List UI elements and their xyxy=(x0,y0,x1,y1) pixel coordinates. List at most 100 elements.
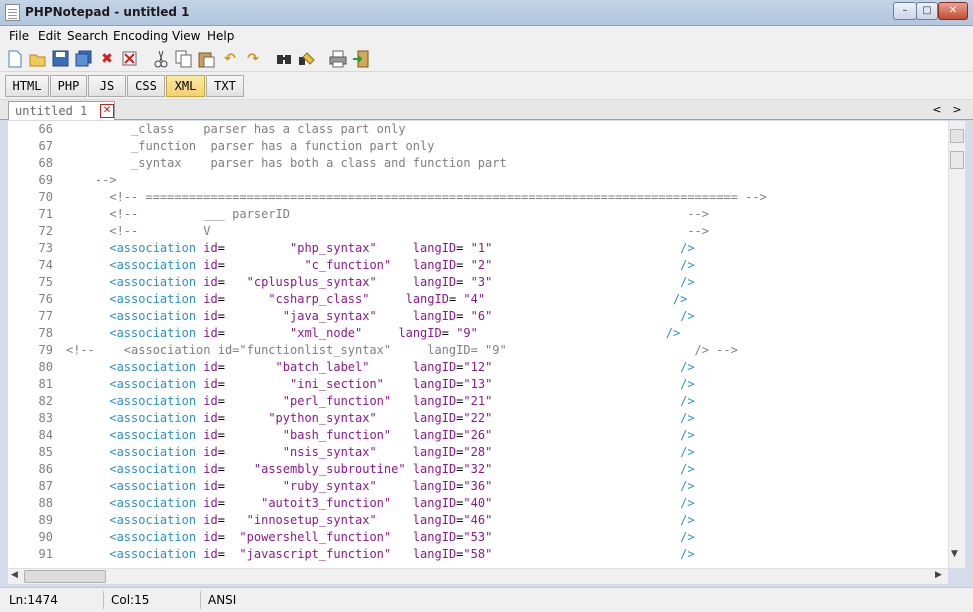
cut-icon[interactable] xyxy=(152,50,170,68)
status-column: Col:15 xyxy=(111,593,150,607)
tab-scroll-left-icon[interactable]: < xyxy=(929,102,945,118)
code-editor[interactable]: 66 _class parser has a class part only 67… xyxy=(8,121,948,568)
code-token: "csharp_class" xyxy=(224,292,370,306)
code-token: <!-- ===================================… xyxy=(66,190,767,204)
code-token: langID xyxy=(376,411,457,425)
code-token: = xyxy=(217,513,225,527)
vertical-scrollbar[interactable]: ▼ xyxy=(948,121,965,568)
code-token: "innosetup_syntax" xyxy=(224,513,377,527)
save-all-icon[interactable] xyxy=(75,50,93,68)
code-token: <association xyxy=(66,547,197,561)
code-token: "12" xyxy=(463,360,493,374)
close-icon[interactable]: ✖ xyxy=(98,50,116,68)
line-number: 91 xyxy=(38,547,53,561)
horizontal-scrollbar[interactable]: ◀ ▶ xyxy=(8,568,948,584)
code-token: /> xyxy=(492,309,695,323)
lang-php-button[interactable]: PHP xyxy=(50,75,87,97)
code-token: /> xyxy=(492,241,695,255)
line-number: 68 xyxy=(38,156,53,170)
find-icon[interactable] xyxy=(275,50,293,68)
code-token: <!-- V --> xyxy=(66,224,709,238)
scroll-left-icon[interactable]: ◀ xyxy=(11,570,18,580)
line-number: 78 xyxy=(38,326,53,340)
code-token: id xyxy=(196,462,218,476)
code-token: = xyxy=(217,275,225,289)
lang-html-button[interactable]: HTML xyxy=(5,75,49,97)
scroll-up-button[interactable] xyxy=(950,129,964,143)
code-text: _syntax parser has both a class and func… xyxy=(66,155,507,172)
menu-edit[interactable]: Edit xyxy=(38,29,61,43)
code-token: = xyxy=(217,241,225,255)
close-window-button[interactable]: ✕ xyxy=(938,2,968,20)
lang-js-button[interactable]: JS xyxy=(88,75,126,97)
menu-encoding[interactable]: Encoding xyxy=(113,29,168,43)
code-token: langID xyxy=(376,445,457,459)
code-text: _function parser has a function part onl… xyxy=(66,138,434,155)
maximize-button[interactable]: □ xyxy=(916,2,938,20)
print-icon[interactable] xyxy=(329,50,347,68)
code-token: <association xyxy=(66,462,197,476)
document-tab[interactable]: untitled 1 ✕ xyxy=(8,101,115,120)
line-number: 71 xyxy=(38,207,53,221)
copy-icon[interactable] xyxy=(175,50,193,68)
code-token: langID xyxy=(391,496,457,510)
open-file-icon[interactable] xyxy=(29,50,47,68)
window-title: PHPNotepad - untitled 1 xyxy=(25,5,190,19)
code-line: 72 <!-- V --> xyxy=(8,223,948,240)
code-token: "python_syntax" xyxy=(224,411,377,425)
code-token: <association xyxy=(66,309,197,323)
code-token: "2" xyxy=(470,258,493,272)
code-token: = xyxy=(217,411,225,425)
menu-view[interactable]: View xyxy=(172,29,200,43)
code-text: <!-- <association id="functionlist_synta… xyxy=(66,342,738,359)
code-token: id xyxy=(196,513,218,527)
new-file-icon[interactable] xyxy=(6,50,24,68)
code-token: /> xyxy=(477,326,681,340)
code-text: <!-- ___ parserID --> xyxy=(66,206,709,223)
tab-scroll-right-icon[interactable]: > xyxy=(949,102,965,118)
code-line: 76 <association id= "csharp_class" langI… xyxy=(8,291,948,308)
code-token: <association xyxy=(66,513,197,527)
exit-icon[interactable] xyxy=(352,50,370,68)
menu-search[interactable]: Search xyxy=(67,29,108,43)
lang-xml-button[interactable]: XML xyxy=(166,75,205,97)
save-icon[interactable] xyxy=(52,50,70,68)
code-token: <association xyxy=(66,411,197,425)
code-token: = xyxy=(217,326,225,340)
paste-icon[interactable] xyxy=(198,50,216,68)
undo-icon[interactable]: ↶ xyxy=(221,50,239,68)
lang-txt-button[interactable]: TXT xyxy=(206,75,244,97)
code-token: langID xyxy=(376,479,457,493)
code-token: = xyxy=(217,309,225,323)
code-token: "40" xyxy=(463,496,493,510)
code-token: id xyxy=(196,411,218,425)
tab-close-icon[interactable]: ✕ xyxy=(100,104,114,118)
code-token: /> xyxy=(492,394,695,408)
horizontal-scroll-thumb[interactable] xyxy=(24,570,106,583)
code-token: "36" xyxy=(463,479,493,493)
menu-file[interactable]: File xyxy=(9,29,29,43)
code-line: 80 <association id= "batch_label" langID… xyxy=(8,359,948,376)
code-token: langID xyxy=(391,428,457,442)
code-token: /> xyxy=(492,411,695,425)
code-token: langID xyxy=(362,326,442,340)
vertical-scroll-thumb[interactable] xyxy=(950,151,964,169)
redo-icon[interactable]: ↷ xyxy=(244,50,262,68)
code-line: 68 _syntax parser has both a class and f… xyxy=(8,155,948,172)
scroll-right-icon[interactable]: ▶ xyxy=(935,570,942,580)
code-line: 69 --> xyxy=(8,172,948,189)
scroll-down-icon[interactable]: ▼ xyxy=(951,549,958,559)
code-line: 67 _function parser has a function part … xyxy=(8,138,948,155)
replace-icon[interactable] xyxy=(298,50,316,68)
code-line: 77 <association id= "java_syntax" langID… xyxy=(8,308,948,325)
code-text: <association id= "batch_label" langID="1… xyxy=(66,359,694,376)
line-number: 74 xyxy=(38,258,53,272)
menu-help[interactable]: Help xyxy=(207,29,234,43)
code-token: id xyxy=(196,530,218,544)
code-token: <association xyxy=(66,394,197,408)
minimize-button[interactable]: – xyxy=(893,2,917,20)
code-text: <association id= "cplusplus_syntax" lang… xyxy=(66,274,694,291)
close-all-icon[interactable] xyxy=(121,50,139,68)
lang-css-button[interactable]: CSS xyxy=(127,75,165,97)
code-token: = xyxy=(448,292,464,306)
